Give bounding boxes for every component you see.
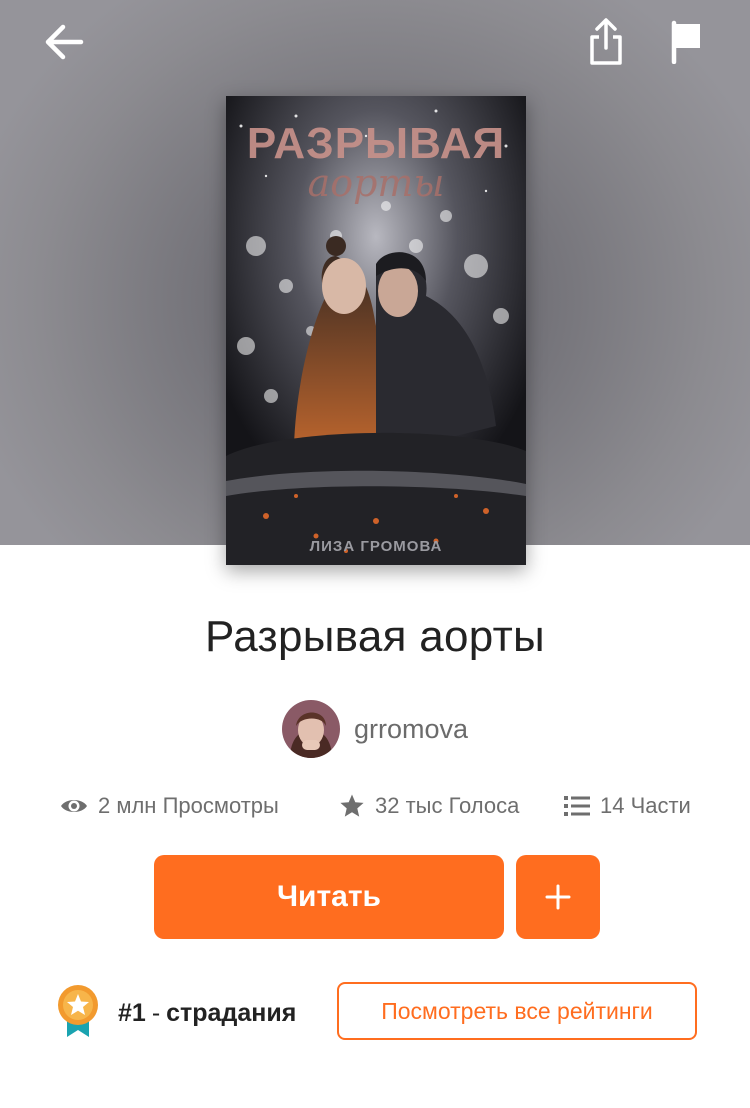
parts-count: 14 Части — [600, 793, 691, 818]
cover-title-line2: аорты — [308, 161, 445, 205]
rank-number: #1 — [118, 998, 146, 1027]
avatar-image — [281, 700, 340, 758]
book-cover-art: РАЗРЫВАЯ аорты ЛИЗА ГРОМОВА — [226, 96, 526, 565]
stat-votes: 32 тыс Голоса — [339, 786, 519, 826]
list-icon — [564, 795, 590, 817]
report-button[interactable] — [662, 18, 710, 66]
votes-count: 32 тыс Голоса — [375, 793, 520, 818]
view-all-rankings-button[interactable]: Посмотреть все рейтинги — [337, 982, 697, 1040]
flag-icon — [671, 20, 700, 64]
plus-icon — [545, 884, 571, 910]
medal-icon — [56, 983, 100, 1043]
cover-author: ЛИЗА ГРОМОВА — [310, 538, 443, 555]
author-row[interactable]: grromova — [0, 700, 750, 758]
story-details-screen: РАЗРЫВАЯ аорты ЛИЗА ГРОМОВА Разрывая аор… — [0, 0, 750, 1108]
views-count: 2 млн Просмотры — [98, 793, 279, 818]
stat-views: 2 млн Просмотры — [60, 786, 279, 826]
share-button[interactable] — [582, 18, 630, 66]
eye-icon — [60, 796, 88, 816]
author-avatar[interactable] — [281, 700, 340, 758]
stat-parts: 14 Части — [564, 786, 691, 826]
add-to-library-button[interactable] — [516, 855, 600, 939]
book-cover[interactable]: РАЗРЫВАЯ аорты ЛИЗА ГРОМОВА — [226, 96, 526, 565]
star-icon — [339, 793, 365, 819]
share-icon — [590, 18, 622, 65]
rank-separator: - — [151, 998, 161, 1027]
author-name[interactable]: grromova — [354, 714, 468, 745]
ranking-row: #1 - страдания — [56, 982, 296, 1044]
arrow-left-icon — [45, 24, 84, 60]
back-button[interactable] — [40, 18, 88, 66]
story-title: Разрывая аорты — [205, 612, 545, 661]
stats-row: 2 млн Просмотры 32 тыс Голоса 14 Части — [0, 786, 750, 826]
rank-tag: страдания — [166, 998, 297, 1027]
read-button[interactable]: Читать — [154, 855, 504, 939]
